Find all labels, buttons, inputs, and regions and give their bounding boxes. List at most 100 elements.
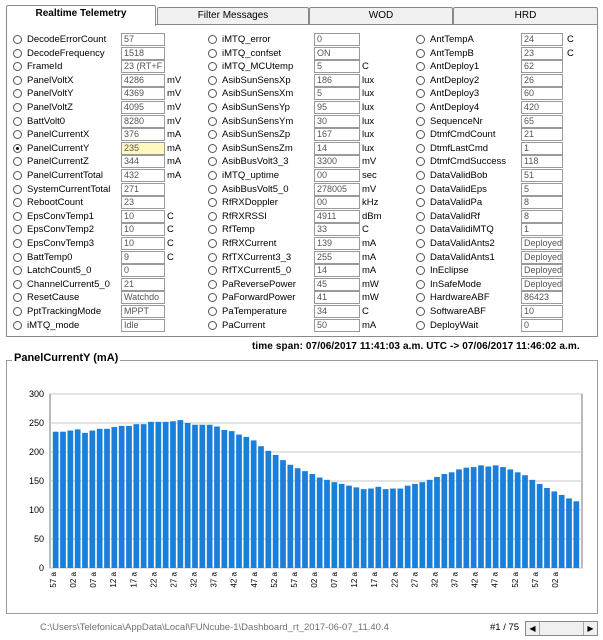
radio-button[interactable] — [208, 116, 217, 126]
telemetry-label: EpsConvTemp2 — [27, 224, 95, 236]
radio-button[interactable] — [416, 211, 425, 221]
telemetry-label: DtmfCmdCount — [430, 129, 496, 141]
radio-button[interactable] — [208, 307, 217, 316]
radio-button[interactable] — [13, 184, 22, 194]
scroll-left-icon[interactable]: ◀ — [526, 622, 540, 635]
radio-button[interactable] — [13, 239, 22, 248]
radio-button[interactable] — [208, 198, 217, 208]
telemetry-row: DataValidiMTQ 1 — [416, 223, 591, 237]
radio-button[interactable] — [208, 320, 217, 330]
radio-button[interactable] — [416, 89, 425, 99]
radio-button[interactable] — [208, 157, 217, 167]
radio-button[interactable] — [208, 75, 217, 85]
telemetry-row: AntDeploy4 420 — [416, 101, 591, 115]
radio-button[interactable] — [416, 293, 425, 303]
radio-button[interactable] — [416, 62, 425, 72]
radio-button[interactable] — [208, 103, 217, 112]
telemetry-value: 271 — [121, 182, 165, 196]
radio-button[interactable] — [208, 89, 217, 99]
radio-button[interactable] — [13, 211, 22, 221]
radio-button[interactable] — [416, 252, 425, 262]
radio-button[interactable] — [416, 198, 425, 208]
radio-button[interactable] — [416, 143, 425, 153]
telemetry-label: iMTQ_mode — [27, 319, 80, 331]
telemetry-label: AntDeploy4 — [430, 102, 480, 113]
telemetry-row: RfTXCurrent5_0 14 mA — [208, 264, 386, 278]
telemetry-label: InSafeMode — [430, 278, 482, 290]
radio-button[interactable] — [416, 184, 425, 194]
telemetry-value: 51 — [521, 169, 563, 182]
telemetry-label: AsibBusVolt3_3 — [222, 156, 289, 168]
telemetry-label: AsibSunSensXp — [222, 74, 291, 86]
radio-button[interactable] — [208, 35, 217, 44]
tab-filter-messages[interactable]: Filter Messages — [157, 7, 309, 25]
radio-button[interactable] — [208, 184, 217, 194]
radio-button[interactable] — [416, 171, 425, 180]
telemetry-unit: lux — [362, 102, 375, 113]
radio-button[interactable] — [13, 279, 22, 289]
radio-button[interactable] — [13, 143, 22, 153]
radio-button[interactable] — [208, 171, 217, 180]
radio-button[interactable] — [13, 103, 22, 112]
telemetry-label: AntTempA — [430, 34, 474, 45]
radio-button[interactable] — [208, 239, 217, 248]
radio-button[interactable] — [416, 48, 425, 58]
radio-button[interactable] — [208, 279, 217, 289]
radio-button[interactable] — [13, 171, 22, 180]
telemetry-value: 50 — [314, 318, 360, 332]
telemetry-unit: mV — [167, 74, 182, 86]
radio-button[interactable] — [13, 35, 22, 44]
telemetry-value: 62 — [521, 60, 563, 74]
radio-button[interactable] — [416, 266, 425, 276]
page-scrollbar[interactable]: ◀ ▶ — [525, 621, 598, 636]
radio-button[interactable] — [208, 252, 217, 262]
radio-button[interactable] — [416, 279, 425, 289]
radio-button[interactable] — [13, 116, 22, 126]
telemetry-row: PanelCurrentTotal 432 mA — [13, 169, 191, 183]
radio-button[interactable] — [208, 143, 217, 153]
radio-button[interactable] — [13, 198, 22, 208]
telemetry-unit: C — [362, 306, 369, 317]
radio-button[interactable] — [208, 266, 217, 276]
radio-button[interactable] — [13, 225, 22, 235]
radio-button[interactable] — [13, 130, 22, 140]
tab-wod[interactable]: WOD — [309, 7, 453, 25]
radio-button[interactable] — [416, 239, 425, 248]
radio-button[interactable] — [13, 266, 22, 276]
radio-button[interactable] — [13, 48, 22, 58]
radio-button[interactable] — [416, 225, 425, 235]
radio-button[interactable] — [13, 252, 22, 262]
radio-button[interactable] — [208, 211, 217, 221]
scroll-right-icon[interactable]: ▶ — [583, 622, 597, 635]
radio-button[interactable] — [13, 62, 22, 72]
telemetry-unit: mV — [167, 88, 182, 100]
telemetry-row: PptTrackingMode MPPT — [13, 305, 191, 319]
radio-button[interactable] — [13, 307, 22, 316]
telemetry-unit: kHz — [362, 197, 379, 209]
radio-button[interactable] — [416, 75, 425, 85]
radio-button[interactable] — [416, 320, 425, 330]
radio-button[interactable] — [416, 130, 425, 140]
telemetry-row: iMTQ_mode Idle — [13, 318, 191, 333]
radio-button[interactable] — [416, 307, 425, 316]
radio-button[interactable] — [13, 320, 22, 330]
telemetry-row: DeployWait 0 — [416, 318, 591, 333]
radio-button[interactable] — [13, 157, 22, 167]
radio-button[interactable] — [208, 62, 217, 72]
radio-button[interactable] — [13, 75, 22, 85]
radio-button[interactable] — [416, 35, 425, 44]
tab-realtime-telemetry[interactable]: Realtime Telemetry — [6, 5, 156, 26]
telemetry-label: iMTQ_MCUtemp — [222, 61, 294, 73]
telemetry-value: 8 — [521, 209, 563, 223]
radio-button[interactable] — [208, 130, 217, 140]
radio-button[interactable] — [13, 293, 22, 303]
tab-hrd[interactable]: HRD — [453, 7, 598, 25]
radio-button[interactable] — [416, 157, 425, 167]
radio-button[interactable] — [208, 293, 217, 303]
radio-button[interactable] — [416, 103, 425, 112]
radio-button[interactable] — [208, 225, 217, 235]
telemetry-value: ON — [314, 46, 360, 60]
radio-button[interactable] — [13, 89, 22, 99]
radio-button[interactable] — [416, 116, 425, 126]
radio-button[interactable] — [208, 48, 217, 58]
